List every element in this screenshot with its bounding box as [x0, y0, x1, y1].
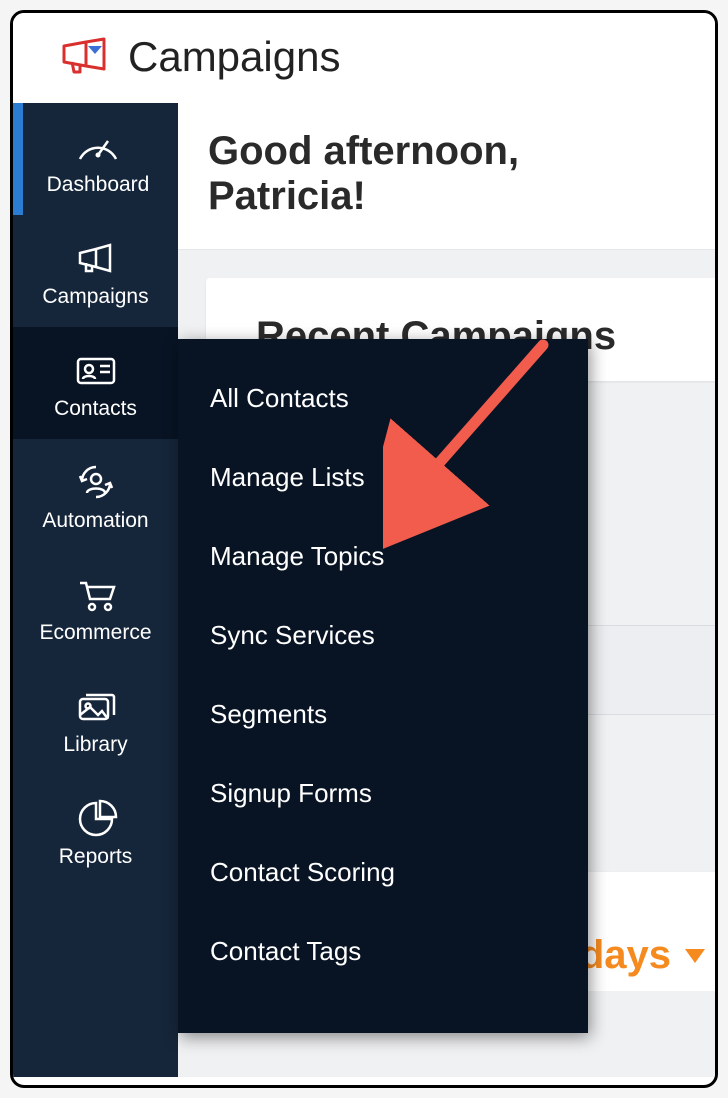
- chevron-down-icon: [685, 949, 705, 963]
- sidebar-item-label: Library: [63, 733, 127, 757]
- flyout-label: Manage Topics: [210, 541, 384, 571]
- flyout-label: Sync Services: [210, 620, 375, 650]
- greeting-text: Good afternoon, Patricia!: [208, 129, 685, 219]
- sidebar-item-label: Campaigns: [42, 285, 148, 309]
- sidebar: Dashboard Campaigns: [13, 103, 178, 1077]
- pie-chart-icon: [72, 797, 120, 839]
- flyout-item-contact-scoring[interactable]: Contact Scoring: [178, 833, 588, 912]
- flyout-label: Contact Scoring: [210, 857, 395, 887]
- sidebar-item-automation[interactable]: Automation: [13, 439, 178, 551]
- flyout-item-sync-services[interactable]: Sync Services: [178, 596, 588, 675]
- megaphone-icon: [72, 237, 120, 279]
- app-body: Dashboard Campaigns: [13, 103, 715, 1077]
- megaphone-mail-icon: [58, 36, 110, 78]
- flyout-label: All Contacts: [210, 383, 349, 413]
- sidebar-item-campaigns[interactable]: Campaigns: [13, 215, 178, 327]
- image-stack-icon: [72, 685, 120, 727]
- app-frame: Campaigns Dashboard: [10, 10, 718, 1088]
- flyout-label: Segments: [210, 699, 327, 729]
- flyout-item-manage-lists[interactable]: Manage Lists: [178, 438, 588, 517]
- flyout-item-all-contacts[interactable]: All Contacts: [178, 359, 588, 438]
- greeting-bar: Good afternoon, Patricia!: [178, 103, 715, 250]
- sidebar-item-label: Ecommerce: [39, 621, 151, 645]
- flyout-label: Contact Tags: [210, 936, 361, 966]
- sidebar-item-label: Automation: [42, 509, 148, 533]
- sidebar-item-label: Dashboard: [47, 173, 150, 197]
- flyout-item-signup-forms[interactable]: Signup Forms: [178, 754, 588, 833]
- sidebar-item-contacts[interactable]: Contacts: [13, 327, 178, 439]
- cart-icon: [72, 573, 120, 615]
- flyout-label: Signup Forms: [210, 778, 372, 808]
- refresh-user-icon: [72, 461, 120, 503]
- gauge-icon: [74, 125, 122, 167]
- contacts-flyout: All Contacts Manage Lists Manage Topics …: [178, 339, 588, 1033]
- flyout-item-segments[interactable]: Segments: [178, 675, 588, 754]
- sidebar-item-label: Reports: [59, 845, 133, 869]
- id-card-icon: [72, 349, 120, 391]
- app-header: Campaigns: [13, 13, 715, 103]
- sidebar-item-reports[interactable]: Reports: [13, 775, 178, 887]
- sidebar-item-library[interactable]: Library: [13, 663, 178, 775]
- flyout-item-contact-tags[interactable]: Contact Tags: [178, 912, 588, 991]
- flyout-item-manage-topics[interactable]: Manage Topics: [178, 517, 588, 596]
- sidebar-item-dashboard[interactable]: Dashboard: [13, 103, 178, 215]
- sidebar-item-label: Contacts: [54, 397, 137, 421]
- app-title: Campaigns: [128, 33, 340, 81]
- sidebar-item-ecommerce[interactable]: Ecommerce: [13, 551, 178, 663]
- flyout-label: Manage Lists: [210, 462, 365, 492]
